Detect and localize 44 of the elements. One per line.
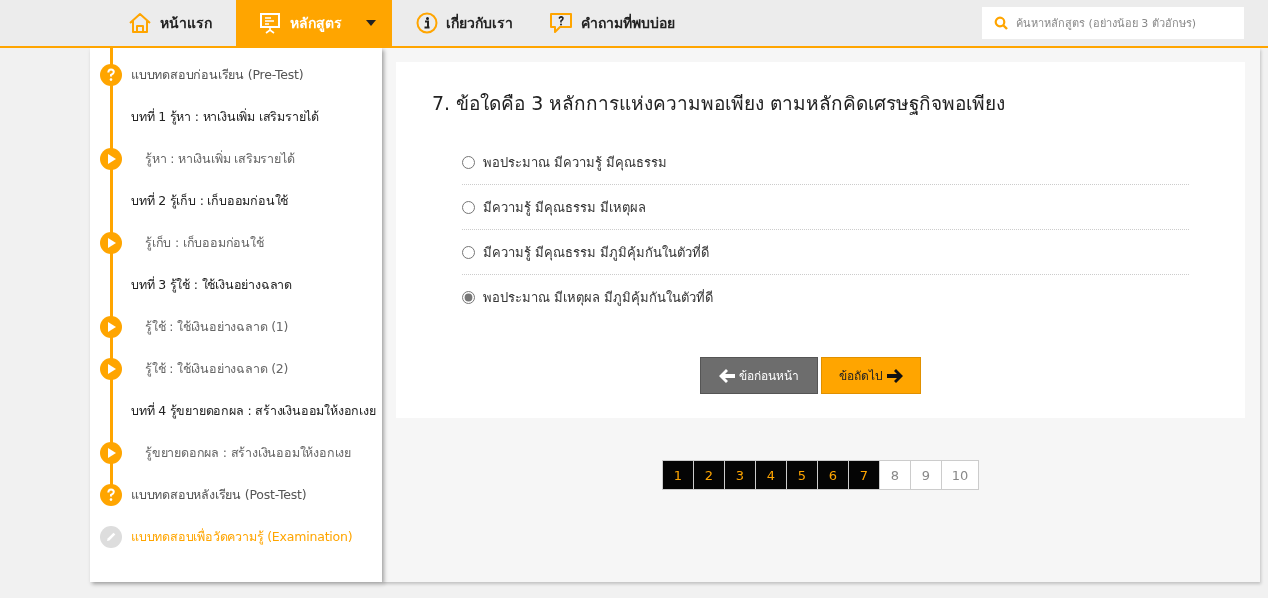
page-number[interactable]: 3 [725,461,756,489]
lesson-link[interactable]: รู้ขยายดอกผล : สร้างเงินออมให้งอกเงย [131,443,351,463]
radio-button[interactable] [462,245,475,259]
page-number[interactable]: 8 [880,461,911,489]
search-icon [994,16,1008,30]
option-text: พอประมาณ มีความรู้ มีคุณธรรม [483,153,668,173]
option-text: มีความรู้ มีคุณธรรม มีภูมิคุ้มกันในตัวที่ดี [483,243,710,263]
home-icon [128,12,152,34]
next-button[interactable]: ข้อถัดไป [821,357,921,394]
lesson-link[interactable]: แบบทดสอบก่อนเรียน (Pre-Test) [131,65,304,85]
search-field[interactable]: ค้นหาหลักสูตร (อย่างน้อย 3 ตัวอักษร) [982,7,1244,39]
chapter-title[interactable]: บทที่ 2 รู้เก็บ : เก็บออมก่อนใช้ [131,191,289,211]
radio-button[interactable] [462,290,475,304]
page-number[interactable]: 2 [694,461,725,489]
page-number[interactable]: 1 [663,461,694,489]
page-number[interactable]: 4 [756,461,787,489]
page-number[interactable]: 7 [849,461,880,489]
nav-link[interactable]: คำถามที่พบบ่อย [531,0,693,46]
chapter-title[interactable]: บทที่ 4 รู้ขยายดอกผล : สร้างเงินออมให้งอกเงย [131,401,376,421]
chapter-title[interactable]: บทที่ 1 รู้หา : หาเงินเพิ่ม เสริมรายได้ [131,107,320,127]
left-arrow-icon [719,368,735,383]
question-text: 7. ข้อใดคือ 3 หลักการแห่งความพอเพียง ตามหลักคิดเศรษฐกิจพอเพียง [432,91,1007,117]
radio-button[interactable] [462,200,475,214]
right-arrow-icon [887,368,903,383]
nav-link[interactable]: หน้าแรก [110,0,230,46]
nav-link[interactable]: เกี่ยวกับเรา [398,0,531,46]
page-number[interactable]: 9 [911,461,942,489]
page-number[interactable]: 5 [787,461,818,489]
radio-button[interactable] [462,155,475,169]
lesson-link[interactable]: รู้ใช้ : ใช้เงินอย่างฉลาด (1) [131,317,289,337]
info-icon [416,12,438,34]
chapter-title[interactable]: บทที่ 3 รู้ใช้ : ใช้เงินอย่างฉลาด [131,275,293,295]
pencil-icon [100,526,122,548]
speech-bubble-icon [549,12,573,34]
previous-button[interactable]: ข้อก่อนหน้า [700,357,818,394]
page-number[interactable]: 6 [818,461,849,489]
lesson-link[interactable]: รู้เก็บ : เก็บออมก่อนใช้ [131,233,264,253]
lesson-link[interactable]: รู้ใช้ : ใช้เงินอย่างฉลาด (2) [131,359,289,379]
option-text: มีความรู้ มีคุณธรรม มีเหตุผล [483,198,647,218]
presentation-board-icon [258,11,282,35]
lesson-link[interactable]: แบบทดสอบหลังเรียน (Post-Test) [131,485,307,505]
page-number[interactable]: 10 [942,461,978,489]
lesson-link[interactable]: รู้หา : หาเงินเพิ่ม เสริมรายได้ [131,149,295,169]
option-text: พอประมาณ มีเหตุผล มีภูมิคุ้มกันในตัวที่ดี [483,288,714,308]
